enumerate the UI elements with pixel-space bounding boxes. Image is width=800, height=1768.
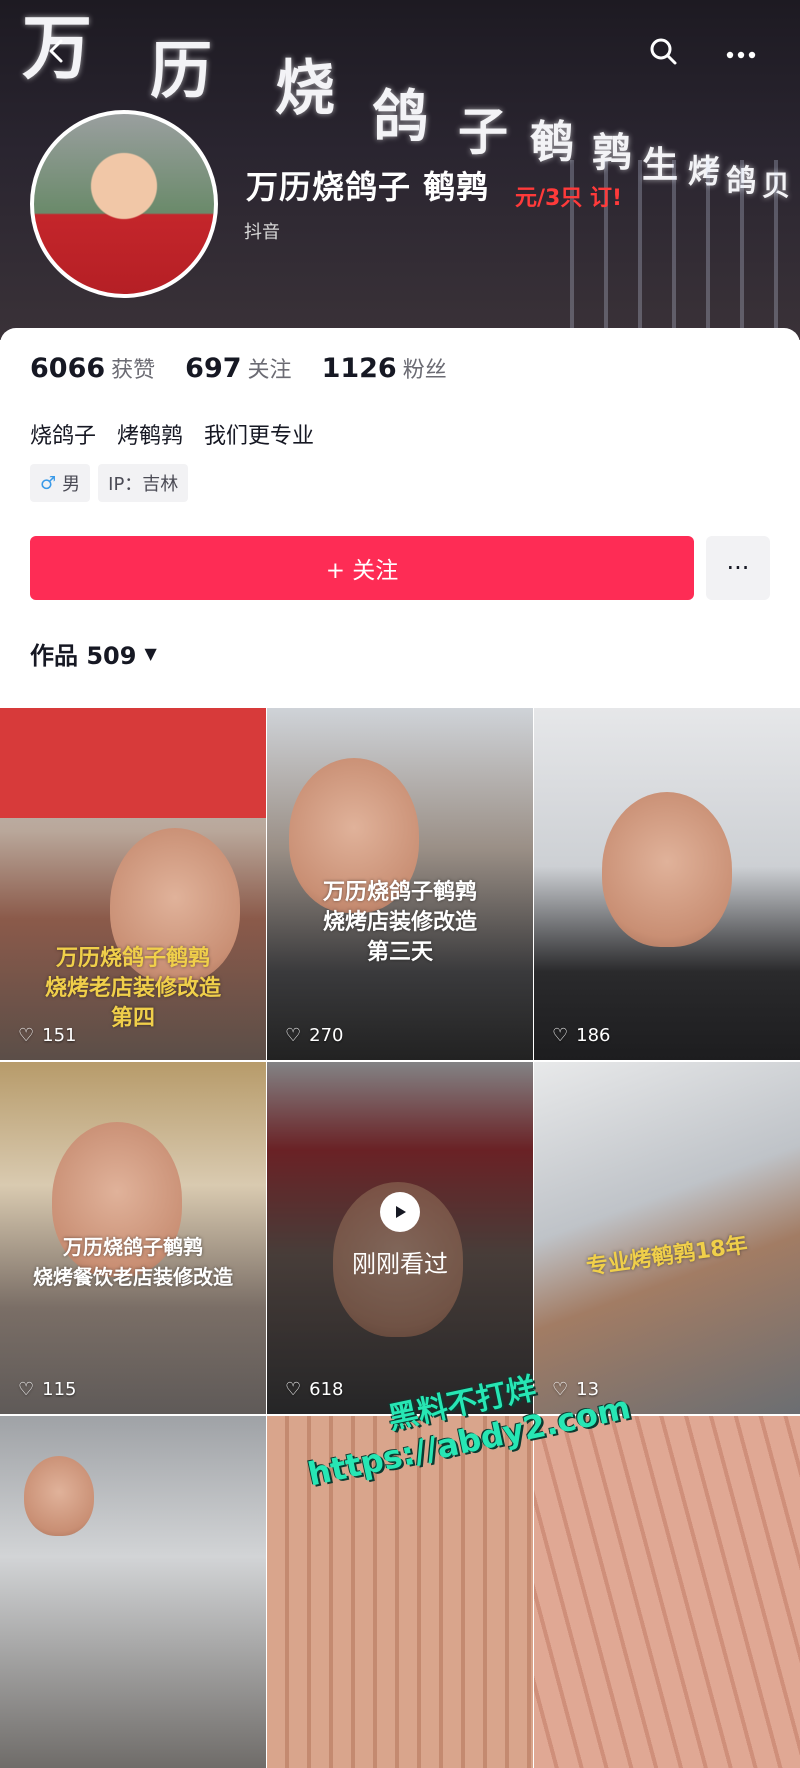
video-thumbnail[interactable]: 万历烧鸽子鹌鹑 烧烤店装修改造 第三天 ♡ 270: [267, 708, 533, 1060]
search-button[interactable]: [640, 30, 686, 76]
male-icon: ♂: [40, 472, 57, 494]
play-icon: [380, 1192, 420, 1232]
shop-banner: [0, 708, 266, 818]
heart-icon: ♡: [18, 1379, 35, 1400]
gender-tag: ♂ 男: [30, 464, 91, 502]
sign-char: 烧: [275, 54, 335, 124]
stat-value: 1126: [321, 353, 397, 384]
profile-card: 6066 获赞 697 关注 1126 粉丝 烧鸽子 烤鹌鹑 我们更专业 ♂ 男 IP…: [0, 328, 800, 708]
chevron-down-icon: ▼: [144, 644, 157, 663]
video-thumbnail[interactable]: 刚刚看过 ♡ 618: [267, 1062, 533, 1414]
like-value: 618: [309, 1379, 344, 1400]
video-caption: 万历烧鸽子鹌鹑 烧烤餐饮老店装修改造: [33, 1235, 233, 1289]
like-value: 151: [42, 1025, 77, 1046]
heart-icon: ♡: [552, 1025, 569, 1046]
more-button[interactable]: [718, 30, 764, 76]
stat-following[interactable]: 697 关注: [185, 352, 291, 384]
like-count: ♡ 186: [552, 1025, 611, 1046]
profile-name: 万历烧鸽子 鹌鹑: [246, 168, 490, 206]
like-value: 115: [42, 1379, 77, 1400]
watched-label: 刚刚看过: [352, 1250, 448, 1278]
stat-label: 关注: [247, 358, 292, 383]
back-icon: [44, 38, 70, 68]
person-head: [602, 792, 732, 947]
back-button[interactable]: [34, 30, 80, 76]
like-count: ♡ 115: [18, 1379, 77, 1400]
stat-likes[interactable]: 6066 获赞: [30, 352, 155, 384]
stats-row: 6066 获赞 697 关注 1126 粉丝: [30, 352, 447, 384]
like-value: 270: [309, 1025, 344, 1046]
video-caption: 万历烧鸽子鹌鹑 烧烤老店装修改造 第四: [44, 946, 221, 1031]
video-thumbnail[interactable]: [0, 1416, 266, 1768]
like-count: ♡ 618: [285, 1379, 344, 1400]
video-thumbnail[interactable]: ♡ 186: [534, 708, 800, 1060]
video-grid: 万历烧鸽子鹌鹑 烧烤老店装修改造 第四 ♡ 151 万历烧鸽子鹌鹑 烧烤店装修改造…: [0, 708, 800, 1768]
stat-label: 获赞: [111, 358, 156, 383]
like-value: 186: [576, 1025, 611, 1046]
stat-value: 6066: [30, 353, 106, 384]
stat-followers[interactable]: 1126 粉丝: [322, 352, 447, 384]
bio: 烧鸽子 烤鹌鹑 我们更专业: [30, 424, 314, 449]
search-icon: [648, 36, 678, 70]
like-count: ♡ 270: [285, 1025, 344, 1046]
profile-header: 万 历 烧 鸽 子 鹌 鹑 生 烤 鸽 贝 元/3只 订! 万历烧鸽子 鹌鹑 抖…: [0, 0, 800, 340]
video-caption: 万历烧鸽子鹌鹑 烧烤店装修改造 第三天: [322, 880, 477, 965]
platform-label: 抖音: [244, 222, 280, 243]
more-options-button[interactable]: ···: [706, 536, 770, 600]
follow-button[interactable]: + 关注: [30, 536, 694, 600]
sign-char: 历: [150, 34, 213, 107]
heart-icon: ♡: [18, 1025, 35, 1046]
stat-value: 697: [185, 353, 242, 384]
works-label: 作品 509: [30, 642, 137, 670]
heart-icon: ♡: [285, 1379, 302, 1400]
ip-tag: IP：吉林: [98, 464, 189, 502]
sign-char: 鸽: [372, 85, 428, 150]
gender-label: 男: [62, 474, 81, 495]
recently-watched: 刚刚看过: [267, 1192, 533, 1279]
video-thumbnail[interactable]: 万历烧鸽子鹌鹑 烧烤餐饮老店装修改造 ♡ 115: [0, 1062, 266, 1414]
heart-icon: ♡: [285, 1025, 302, 1046]
tags-row: ♂ 男 IP：吉林: [30, 464, 189, 502]
sign-char: 子: [458, 103, 508, 161]
avatar[interactable]: [30, 110, 218, 298]
person-head: [24, 1456, 94, 1536]
works-tab[interactable]: 作品 509 ▼: [30, 636, 157, 671]
video-thumbnail[interactable]: 万历烧鸽子鹌鹑 烧烤老店装修改造 第四 ♡ 151: [0, 708, 266, 1060]
red-led-sign: 元/3只 订!: [515, 186, 623, 211]
stat-label: 粉丝: [402, 358, 447, 383]
more-icon: [726, 44, 756, 63]
video-thumbnail[interactable]: [534, 1416, 800, 1768]
like-count: ♡ 151: [18, 1025, 77, 1046]
video-caption: 专业烤鹌鹑18年: [584, 1232, 750, 1281]
